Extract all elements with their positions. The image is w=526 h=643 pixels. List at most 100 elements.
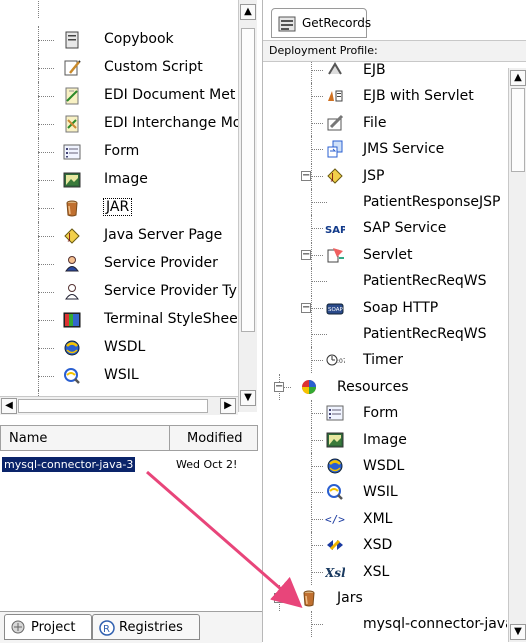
tree-node[interactable]: PatientRecReqWS (263, 321, 507, 347)
tree-node[interactable]: WSDL (263, 453, 507, 479)
svg-text:SAP: SAP (325, 225, 345, 236)
collapse-toggle-icon[interactable]: − (274, 593, 284, 603)
tree-node[interactable]: − J JSP (263, 162, 507, 189)
ejb-servlet-icon (325, 86, 345, 106)
svg-text:R: R (103, 624, 110, 635)
tree-node[interactable]: Form (263, 400, 507, 427)
form-icon (62, 142, 82, 162)
palette-item[interactable]: WSIL (0, 362, 238, 390)
column-header-name[interactable]: Name (9, 431, 47, 446)
scroll-thumb[interactable] (511, 88, 525, 172)
palette-item[interactable]: J Java Server Page (0, 222, 238, 250)
column-header-modified[interactable]: Modified (187, 431, 242, 446)
svg-text:J: J (67, 233, 71, 243)
tree-node[interactable]: EJB (263, 61, 507, 83)
palette-item[interactable]: Service Provider Ty (0, 278, 238, 306)
palette-item[interactable]: Custom Script (0, 54, 238, 82)
jsp-icon: J (62, 226, 82, 246)
tree-node[interactable]: − SOAP Soap HTTP (263, 294, 507, 321)
palette-item-label: EDI Interchange Mo (104, 115, 238, 131)
palette-item[interactable]: Form (0, 138, 238, 166)
palette-item-label: Form (104, 143, 140, 159)
palette-item[interactable]: Terminal StyleShee (0, 306, 238, 334)
scroll-down-icon[interactable]: ▼ (510, 624, 526, 640)
palette-item[interactable]: JAR (0, 194, 238, 222)
scroll-up-icon[interactable]: ▲ (510, 70, 526, 86)
tree-node[interactable]: EJB with Servlet (263, 83, 507, 110)
tree-node[interactable]: PatientResponseJSP (263, 189, 507, 215)
palette-item[interactable]: EDI Interchange Mo (0, 110, 238, 138)
tree-node[interactable]: File (263, 109, 507, 136)
tree-node-label: EJB (363, 62, 386, 78)
svg-text:SOAP: SOAP (328, 307, 343, 313)
tree-node-label: XSD (363, 537, 393, 554)
table-row[interactable]: mysql-connector-java-3 Wed Oct 2! (0, 455, 258, 475)
tree-node[interactable]: PatientRecReqWS (263, 268, 507, 295)
tree-node-label: JMS Service (363, 141, 445, 158)
tree-node-label: File (363, 114, 387, 131)
palette-item[interactable]: Copybook (0, 26, 238, 54)
jar-icon (62, 198, 82, 218)
tree-node-label: SAP Service (363, 220, 447, 237)
tab-registries[interactable]: R Registries (92, 614, 200, 640)
scroll-thumb[interactable] (18, 399, 208, 413)
tree-node[interactable]: − Servlet (263, 241, 507, 268)
scroll-down-icon[interactable]: ▼ (240, 390, 256, 406)
tree-node-label: PatientResponseJSP (363, 194, 501, 210)
svg-text:</>: </> (325, 513, 345, 526)
scroll-left-icon[interactable]: ◀ (1, 398, 17, 414)
tree-node[interactable]: </> XML (263, 505, 507, 532)
tree-node[interactable]: mysql-connector-java-3 (263, 611, 507, 638)
palette-item-label: Custom Script (104, 59, 203, 75)
palette-item[interactable]: Service Provider (0, 250, 238, 278)
tree-node[interactable]: Image (263, 426, 507, 453)
palette-horizontal-scrollbar[interactable]: ◀ ▶ (0, 396, 238, 415)
collapse-toggle-icon[interactable]: − (274, 381, 284, 392)
tree-node[interactable]: JMS Service (263, 136, 507, 163)
file-name-cell[interactable]: mysql-connector-java-3 (2, 457, 136, 472)
collapse-toggle-icon[interactable]: − (301, 302, 311, 313)
bottom-tab-bar: Project R Registries (0, 611, 262, 643)
wsil-icon (325, 482, 345, 502)
collapse-toggle-icon[interactable]: − (301, 249, 311, 260)
tree-node-label: EJB with Servlet (363, 88, 474, 105)
service-provider-icon (62, 254, 82, 274)
tree-node-label: Resources (337, 378, 409, 395)
tree-node[interactable]: − Resources (263, 373, 507, 400)
tree-node-label: PatientRecReqWS (363, 326, 487, 342)
tab-project[interactable]: Project (4, 614, 92, 640)
jsp-icon: J (325, 166, 345, 186)
sap-icon: SAP (325, 218, 347, 238)
deployment-profile-bar: Deployment Profile: (263, 40, 526, 62)
edi-document-icon (62, 86, 82, 106)
collapse-toggle-icon[interactable]: − (301, 170, 311, 181)
deployment-tree-vertical-scrollbar[interactable]: ▲ ▼ (508, 68, 526, 642)
soap-icon: SOAP (325, 298, 345, 318)
scroll-up-icon[interactable]: ▲ (240, 4, 256, 20)
image-icon (62, 170, 82, 190)
image-icon (325, 430, 345, 450)
palette-item-label: WSIL (104, 367, 139, 383)
servlet-icon (325, 245, 345, 265)
ejb-icon (325, 61, 345, 80)
palette-item[interactable]: Image (0, 166, 238, 194)
scroll-thumb[interactable] (241, 28, 255, 332)
edi-interchange-icon (62, 114, 82, 134)
scroll-right-icon[interactable]: ▶ (220, 398, 236, 414)
tab-getrecords[interactable]: GetRecords (271, 8, 371, 38)
tree-node[interactable]: SAP SAP Service (263, 215, 507, 242)
palette-item[interactable]: WSDL (0, 334, 238, 362)
tree-node[interactable]: − Jars (263, 585, 507, 611)
palette-item-label: JAR (102, 198, 133, 216)
tree-node-label: XML (363, 510, 393, 527)
palette-vertical-scrollbar[interactable]: ▲ ▼ (238, 0, 257, 412)
palette-item-partial (0, 0, 238, 18)
palette-item-label: Service Provider (104, 255, 218, 271)
svg-text::07: :07 (337, 358, 345, 365)
palette-item[interactable]: EDI Document Met (0, 82, 238, 110)
tree-node[interactable]: :07 Timer (263, 347, 507, 374)
tree-node[interactable]: XSD (263, 532, 507, 559)
palette-item-label: Image (104, 171, 148, 187)
tree-node[interactable]: Xsl XSL (263, 558, 507, 585)
tree-node[interactable]: WSIL (263, 479, 507, 506)
